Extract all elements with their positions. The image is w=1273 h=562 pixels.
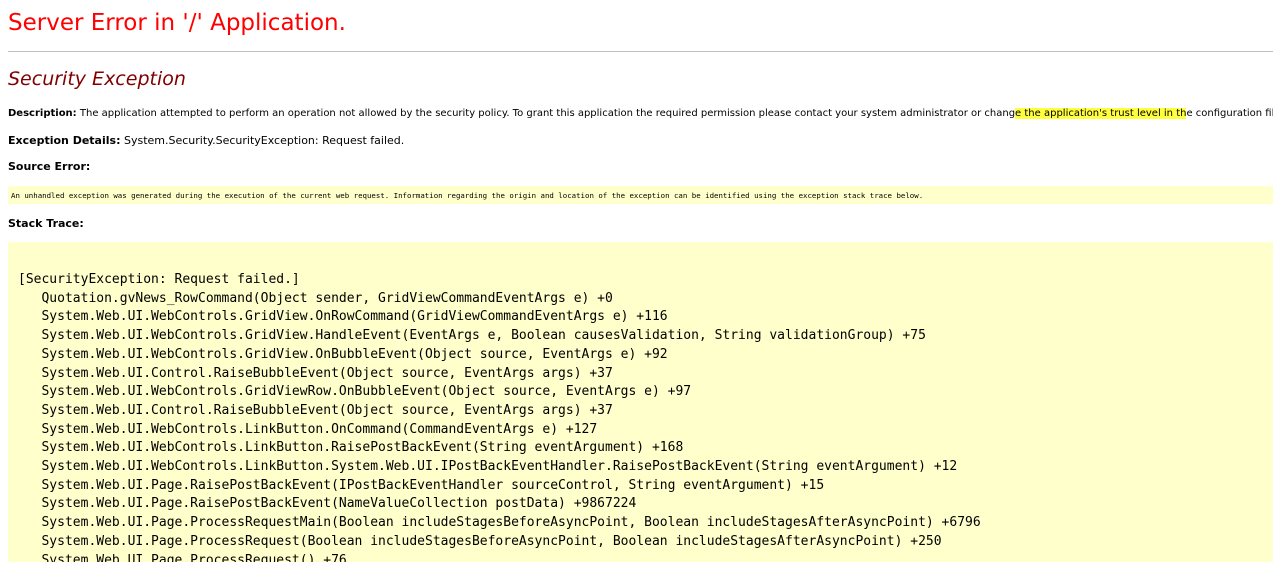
stack-trace-line: [SecurityException: Request failed.] <box>18 272 300 287</box>
title-divider <box>8 51 1273 52</box>
exception-details-line: Exception Details: System.Security.Secur… <box>8 134 404 147</box>
description-label: Description: <box>8 108 77 119</box>
stack-trace-lines: [SecurityException: Request failed.] Quo… <box>18 271 981 562</box>
description-line: Description: The application attempted t… <box>8 108 1273 119</box>
stack-trace-line: System.Web.UI.Page.RaisePostBackEvent(IP… <box>18 477 825 493</box>
stack-trace-line: System.Web.UI.Control.RaiseBubbleEvent(O… <box>18 365 613 381</box>
stack-trace-line: System.Web.UI.WebControls.LinkButton.Sys… <box>18 459 958 475</box>
source-error-message: An unhandled exception was generated dur… <box>11 191 924 200</box>
stack-trace-line: System.Web.UI.Page.RaisePostBackEvent(Na… <box>18 496 637 512</box>
source-error-heading: Source Error: <box>8 160 91 173</box>
stack-trace-line: System.Web.UI.Control.RaiseBubbleEvent(O… <box>18 402 613 418</box>
stack-trace-line: System.Web.UI.Page.ProcessRequest(Boolea… <box>18 533 942 549</box>
stack-trace-line: System.Web.UI.WebControls.GridView.OnBub… <box>18 346 668 362</box>
stack-trace-line: System.Web.UI.WebControls.GridView.OnRow… <box>18 309 668 325</box>
stack-trace-line: System.Web.UI.WebControls.LinkButton.Rai… <box>18 440 684 456</box>
exception-details-text: System.Security.SecurityException: Reque… <box>120 134 405 147</box>
exception-details-label: Exception Details: <box>8 134 121 147</box>
description-highlighted-text: e the application's trust level in th <box>1015 108 1187 119</box>
stack-trace-line: System.Web.UI.Page.ProcessRequestMain(Bo… <box>18 515 981 531</box>
page-title: Server Error in '/' Application. <box>8 10 346 36</box>
stack-trace-box: [SecurityException: Request failed.] Quo… <box>8 242 1273 562</box>
source-error-box: An unhandled exception was generated dur… <box>8 186 1273 204</box>
stack-trace-line: Quotation.gvNews_RowCommand(Object sende… <box>18 290 613 306</box>
stack-trace-line: System.Web.UI.Page.ProcessRequest() +76 <box>18 552 347 562</box>
description-text: The application attempted to perform an … <box>76 108 1016 119</box>
description-text-end: e configuration file. <box>1186 108 1273 119</box>
stack-trace-line: System.Web.UI.WebControls.LinkButton.OnC… <box>18 421 598 437</box>
exception-title: Security Exception <box>8 68 186 90</box>
stack-trace-heading: Stack Trace: <box>8 217 84 230</box>
stack-trace-line: System.Web.UI.WebControls.GridViewRow.On… <box>18 384 692 400</box>
stack-trace-line: System.Web.UI.WebControls.GridView.Handl… <box>18 328 926 344</box>
